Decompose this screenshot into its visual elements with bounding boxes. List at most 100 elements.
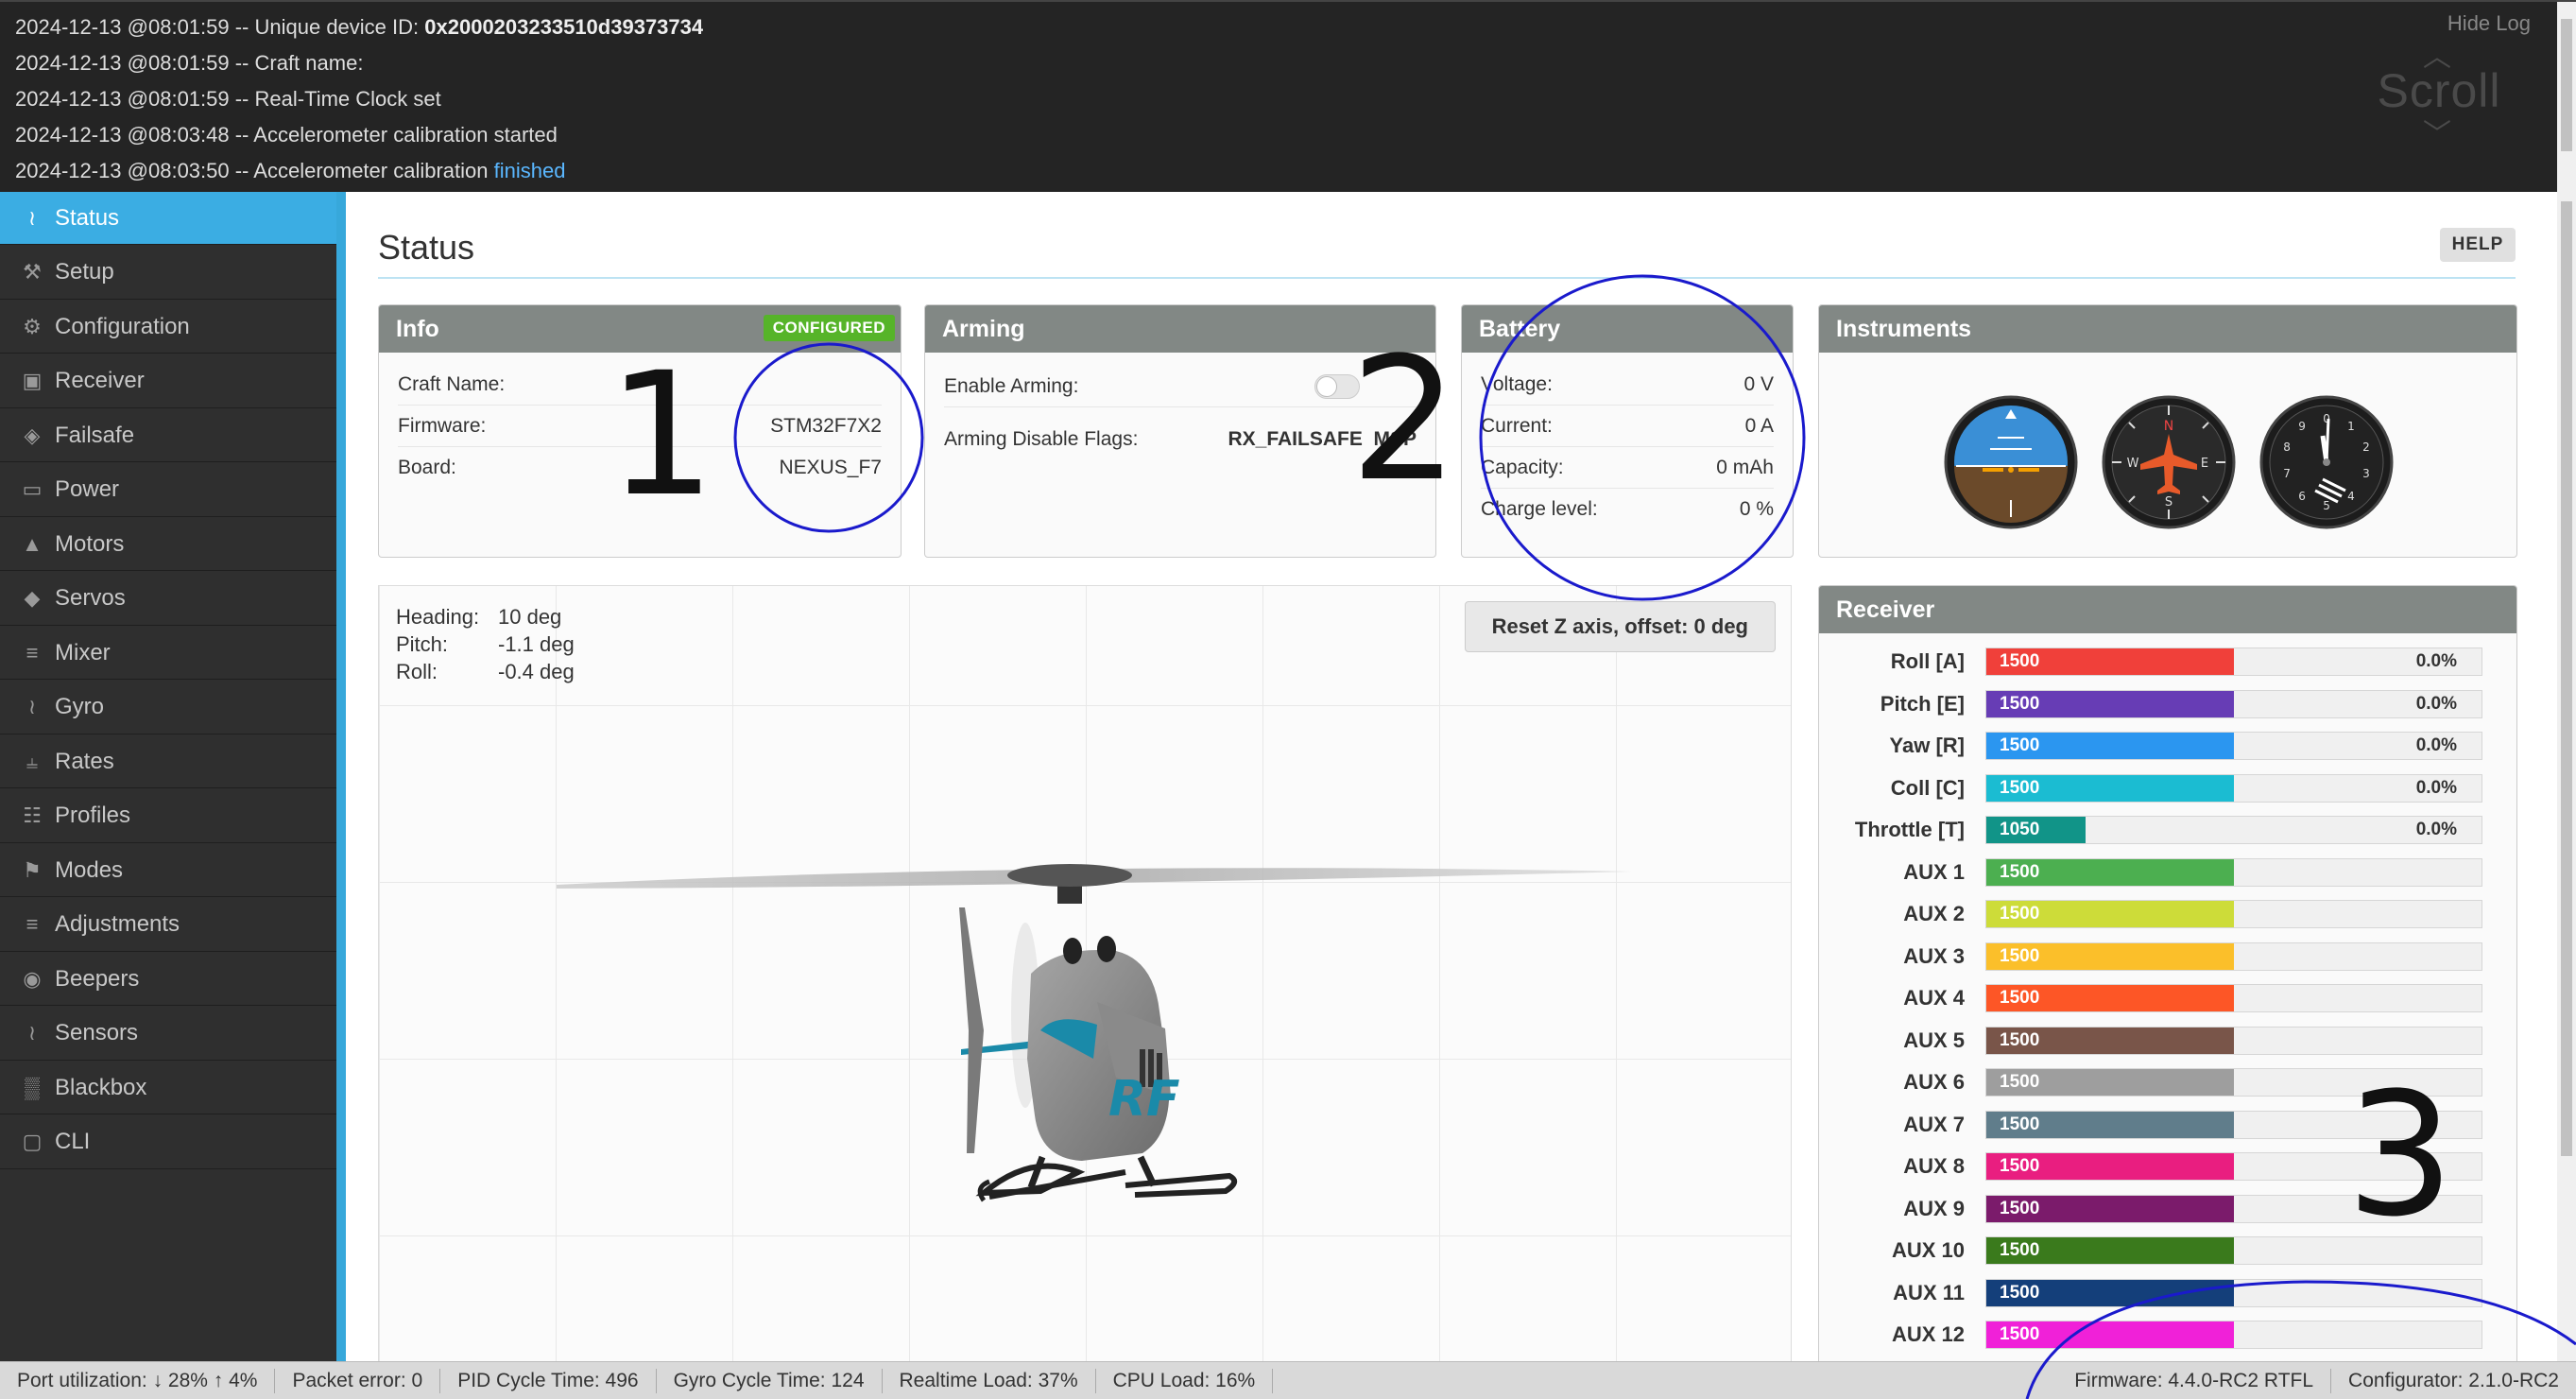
instruments-gauges: N E W S 012 345 6789: [1944, 395, 2394, 529]
channel-bar: 1500 0.0%: [1985, 732, 2482, 760]
channel-label: AUX 11: [1893, 1280, 1965, 1304]
sidebar-item-setup[interactable]: ⚒ Setup: [0, 247, 336, 300]
battery-value: 0 mAh: [1716, 456, 1774, 478]
channel-percent: 0.0%: [2415, 820, 2457, 839]
port-utilization: Port utilization: ↓ 28% ↑ 4%: [0, 1368, 276, 1393]
sidebar-item-label: Rates: [55, 748, 114, 774]
cpu-load: CPU Load: 16%: [1096, 1368, 1274, 1393]
chevron-down-icon[interactable]: ﹀: [2423, 121, 2451, 149]
heading-indicator-icon: N E W S: [2102, 395, 2236, 529]
channel-value: 1500: [2000, 945, 2040, 966]
svg-text:2: 2: [2362, 440, 2370, 454]
pulse-icon: ≀: [27, 205, 37, 230]
svg-text:4: 4: [2347, 490, 2355, 503]
channel-value: 1500: [2000, 1029, 2040, 1050]
log-scrollbar-thumb[interactable]: [2561, 19, 2572, 151]
sidebar-item-label: Sensors: [55, 1020, 139, 1045]
sidebar-item-status[interactable]: ≀ Status: [0, 192, 336, 245]
chevron-up-icon[interactable]: ︿: [2423, 43, 2451, 72]
enable-arming-toggle[interactable]: [1314, 373, 1360, 399]
main-scrollbar[interactable]: [2557, 192, 2576, 1361]
log-panel: 2024-12-13 @08:01:59 -- Unique device ID…: [0, 0, 2576, 194]
channel-percent: 0.0%: [2415, 651, 2457, 671]
realtime-load: Realtime Load: 37%: [883, 1368, 1096, 1393]
chip-icon: ▒: [25, 1075, 40, 1099]
svg-text:RF: RF: [1108, 1071, 1180, 1128]
channel-bar: 1500: [1985, 1236, 2482, 1265]
arming-panel-header: Arming: [925, 305, 1435, 353]
channel-label: AUX 4: [1903, 986, 1965, 1010]
channel-label: AUX 6: [1903, 1070, 1965, 1094]
altimeter-icon: 012 345 6789: [2259, 395, 2394, 529]
channel-bar: 1500: [1985, 984, 2482, 1012]
svg-text:8: 8: [2283, 440, 2291, 454]
sidebar-item-mixer[interactable]: ≡ Mixer: [0, 627, 336, 680]
sidebar-item-power[interactable]: ▭ Power: [0, 464, 336, 517]
hide-log-button[interactable]: Hide Log: [2447, 11, 2531, 36]
pulse-icon: ≀: [27, 695, 37, 718]
receiver-channel-row: AUX 7 1500: [1836, 1104, 2482, 1146]
sidebar-item-beepers[interactable]: ◉ Beepers: [0, 953, 336, 1006]
receiver-channel-row: AUX 8 1500: [1836, 1146, 2482, 1187]
log-line: 2024-12-13 @08:03:50 -- Accelerometer ca…: [15, 153, 703, 189]
svg-text:7: 7: [2283, 467, 2291, 480]
model-viewer[interactable]: Heading: 10 deg Pitch: -1.1 deg Roll: -0.4 …: [378, 585, 1792, 1361]
sidebar-item-profiles[interactable]: ☷ Profiles: [0, 790, 336, 843]
receiver-channel-row: Yaw [R] 1500 0.0%: [1836, 725, 2482, 767]
sliders-icon: ≡: [26, 912, 39, 936]
battery-value: 0 A: [1744, 414, 1774, 437]
sidebar-item-gyro[interactable]: ≀ Gyro: [0, 682, 336, 734]
robot-icon: ▣: [22, 369, 43, 392]
main-scrollbar-thumb[interactable]: [2561, 201, 2572, 1156]
sidebar-item-adjustments[interactable]: ≡ Adjustments: [0, 899, 336, 952]
sidebar-item-sensors[interactable]: ≀ Sensors: [0, 1008, 336, 1061]
pulse-icon: ≀: [27, 1021, 37, 1045]
sidebar-item-cli[interactable]: ▢ CLI: [0, 1116, 336, 1169]
channel-bar: 1500 0.0%: [1985, 773, 2482, 803]
sidebar-item-label: Servos: [55, 585, 126, 611]
channel-value: 1500: [2000, 1240, 2040, 1260]
info-label: Board:: [398, 457, 456, 478]
sidebar-item-failsafe[interactable]: ◈ Failsafe: [0, 409, 336, 462]
status-badge: CONFIGURED: [763, 315, 895, 341]
sidebar-item-motors[interactable]: ▲ Motors: [0, 518, 336, 571]
channel-value: 1500: [2000, 988, 2040, 1008]
speaker-icon: ◉: [23, 966, 42, 991]
sliders-icon: ≡: [26, 640, 39, 665]
receiver-channel-row: AUX 2 1500: [1836, 893, 2482, 935]
title-divider: [378, 277, 2516, 279]
info-row-craft: Craft Name:: [398, 364, 882, 406]
battery-value: 0 V: [1743, 372, 1774, 395]
help-button[interactable]: HELP: [2440, 228, 2516, 262]
channel-value: 1500: [2000, 1114, 2040, 1134]
channel-bar: 1500 0.0%: [1985, 689, 2482, 718]
channel-bar: 1050 0.0%: [1985, 816, 2482, 844]
channel-label: AUX 3: [1903, 943, 1965, 968]
battery-label: Voltage:: [1481, 372, 1553, 395]
sidebar-item-servos[interactable]: ◆ Servos: [0, 573, 336, 626]
receiver-channel-row: AUX 10 1500: [1836, 1230, 2482, 1271]
gear-icon: ⚙: [23, 314, 42, 338]
channel-label: AUX 7: [1903, 1112, 1965, 1136]
sidebar-item-modes[interactable]: ⚑ Modes: [0, 844, 336, 897]
log-line: 2024-12-13 @08:01:59 -- Craft name:: [15, 45, 703, 81]
battery-panel-header: Battery: [1462, 305, 1793, 353]
sidebar-item-configuration[interactable]: ⚙ Configuration: [0, 301, 336, 354]
sidebar-item-label: Configuration: [55, 313, 190, 339]
receiver-channel-row: AUX 1 1500: [1836, 852, 2482, 893]
sidebar-item-label: Beepers: [55, 965, 140, 992]
log-scroll-control[interactable]: ︿ Scroll ﹀: [2359, 43, 2519, 152]
sidebar-item-receiver[interactable]: ▣ Receiver: [0, 355, 336, 408]
channel-value: 1500: [2000, 693, 2040, 714]
receiver-channel-row: AUX 9 1500: [1836, 1188, 2482, 1230]
log-scrollbar[interactable]: [2557, 2, 2576, 194]
wrench-icon: ⚒: [23, 260, 42, 284]
channel-bar: 1500: [1985, 1026, 2482, 1055]
channel-bar: 1500 0.0%: [1985, 648, 2482, 676]
channel-bar: 1500: [1985, 1068, 2482, 1097]
sidebar-item-blackbox[interactable]: ▒ Blackbox: [0, 1062, 336, 1114]
channel-bar: 1500: [1985, 1110, 2482, 1139]
packet-error: Packet error: 0: [275, 1368, 441, 1393]
instruments-panel: Instruments N E W S 0 1 2 3 4 5 6 7 8 9: [1818, 304, 2517, 558]
sidebar-item-rates[interactable]: ⫨ Rates: [0, 735, 336, 788]
